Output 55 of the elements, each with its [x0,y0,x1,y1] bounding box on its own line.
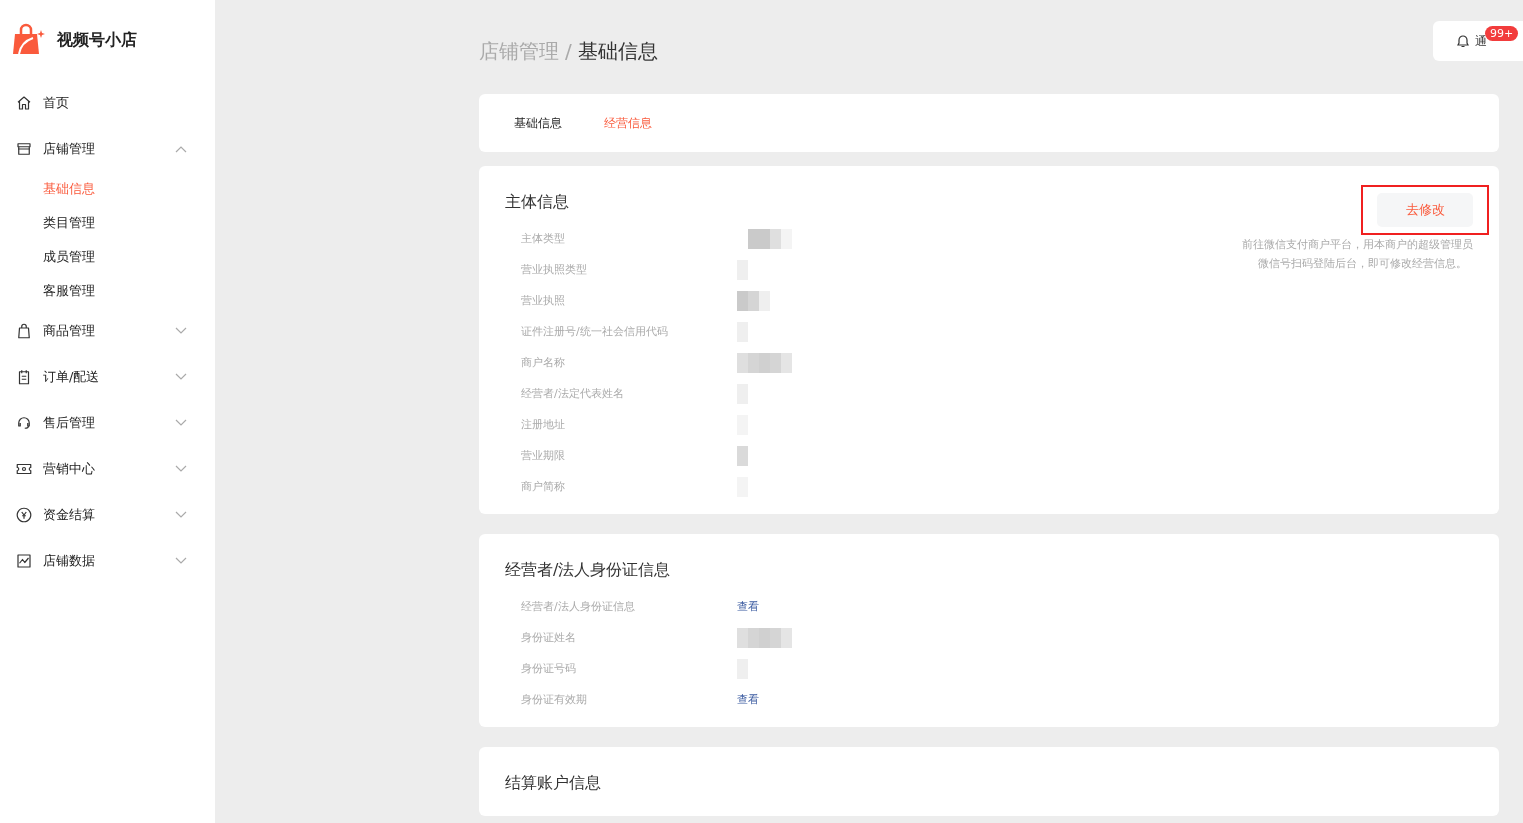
bell-icon [1455,33,1471,49]
sidebar-subitem[interactable]: 客服管理 [0,274,215,308]
sidebar-subitem[interactable]: 成员管理 [0,240,215,274]
chevron-icon [175,511,187,519]
chevron-icon [175,373,187,381]
bag-icon [15,322,33,340]
field-label: 商户名称 [521,355,566,370]
field-label: 商户简称 [521,479,566,494]
yen-icon [15,506,33,524]
field-label: 经营者/法人身份证信息 [521,599,636,614]
redacted-value [737,290,770,311]
sidebar-item[interactable]: 订单/配送 [0,354,215,400]
home-icon [15,94,33,112]
field-label: 营业期限 [521,448,566,463]
view-link[interactable]: 查看 [737,692,759,707]
tab[interactable]: 基础信息 [514,114,562,132]
field-label: 经营者/法定代表姓名 [521,386,625,401]
app-title: 视频号小店 [57,29,137,51]
hint-text: 微信号扫码登陆后台，即可修改经营信息。 [1258,256,1468,272]
breadcrumb-separator: / [565,39,572,63]
sidebar-item[interactable]: 营销中心 [0,446,215,492]
redacted-value [737,627,792,648]
section-title: 结算账户信息 [505,773,601,794]
redacted-value [737,352,792,373]
sidebar-item[interactable]: 资金结算 [0,492,215,538]
section-title: 经营者/法人身份证信息 [505,560,672,581]
chevron-icon [175,465,187,473]
sidebar-subitem[interactable]: 类目管理 [0,206,215,240]
hint-text: 前往微信支付商户平台，用本商户的超级管理员 [1242,237,1473,253]
sidebar-item[interactable]: 店铺管理 [0,126,215,172]
field-label: 身份证姓名 [521,630,577,645]
sidebar-item[interactable]: 售后管理 [0,400,215,446]
sidebar-item[interactable]: 首页 [0,80,215,126]
sidebar-item[interactable]: 商品管理 [0,308,215,354]
field-label: 身份证有效期 [521,692,588,707]
field-label: 注册地址 [521,417,566,432]
chevron-icon [175,145,187,153]
redacted-value [737,445,748,466]
chevron-icon [175,419,187,427]
headset-icon [15,414,33,432]
count-badge: 99+ [1485,26,1519,41]
field-label: 主体类型 [521,231,566,246]
field-label: 营业执照类型 [521,262,588,277]
breadcrumb-current: 基础信息 [577,39,658,63]
view-link[interactable]: 查看 [737,599,759,614]
chevron-icon [175,327,187,335]
field-label: 营业执照 [521,293,566,308]
section-title: 主体信息 [505,192,570,213]
store-icon [15,140,33,158]
sidebar-item[interactable]: 店铺数据 [0,538,215,584]
notification-button[interactable]: 通 99+ [1433,21,1523,61]
chart-icon [15,552,33,570]
chevron-icon [175,557,187,565]
field-label: 证件注册号/统一社会信用代码 [521,324,669,339]
field-label: 身份证号码 [521,661,577,676]
